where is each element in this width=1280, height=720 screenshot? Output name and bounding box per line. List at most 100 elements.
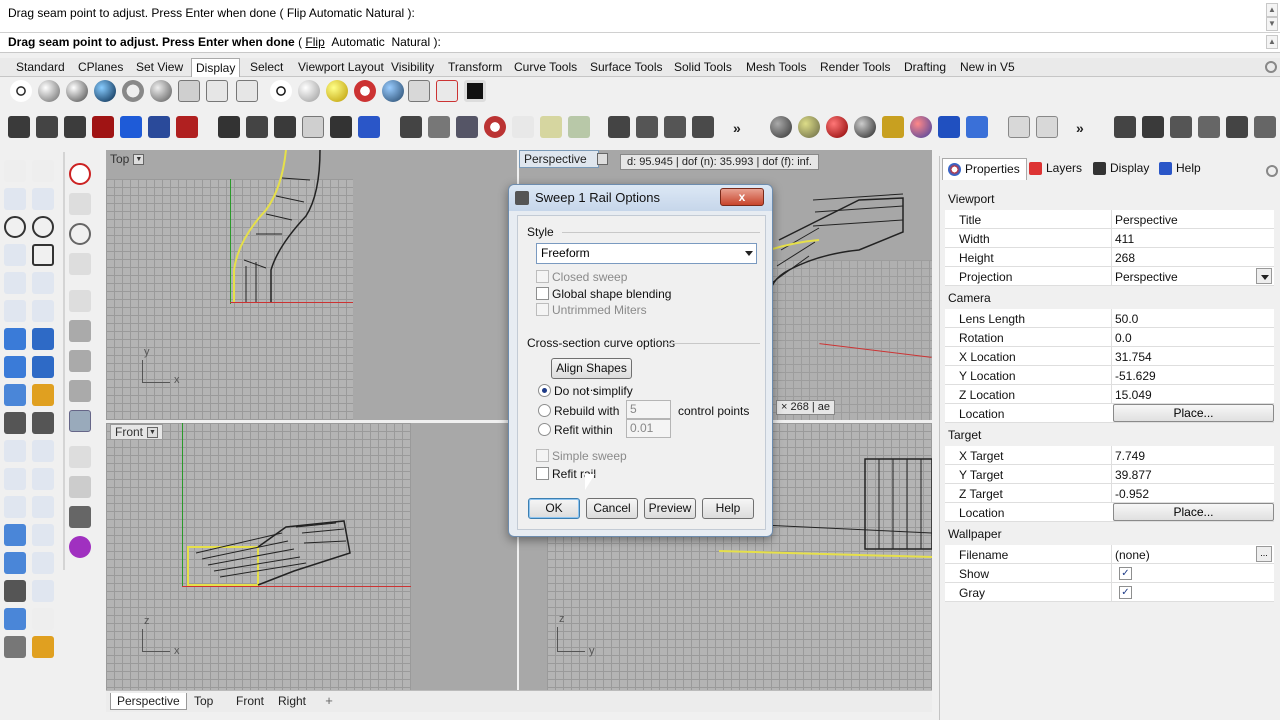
vptab-front[interactable]: Front <box>230 693 270 710</box>
pen-icon[interactable] <box>206 80 228 102</box>
material-icon-4[interactable] <box>854 116 876 138</box>
gear-plugin-icon[interactable] <box>69 536 91 558</box>
check-icon[interactable] <box>32 608 54 630</box>
ellipse-icon[interactable] <box>32 216 54 238</box>
boolean-icon[interactable] <box>32 384 54 406</box>
loft-icon[interactable] <box>32 328 54 350</box>
tool-icon-3[interactable] <box>64 116 86 138</box>
viewport-perspective-dropdown-icon[interactable] <box>597 153 608 165</box>
prop-xt-value[interactable]: 7.749 <box>1115 449 1145 463</box>
circle-icon[interactable] <box>4 216 26 238</box>
closed-sweep-checkbox[interactable] <box>536 270 549 283</box>
target-icon[interactable] <box>354 80 376 102</box>
tab-cplanes[interactable]: CPlanes <box>74 60 127 76</box>
capture-icon[interactable] <box>236 80 258 102</box>
simple-sweep-checkbox[interactable] <box>536 449 549 462</box>
gray-wallpaper-checkbox[interactable]: ✓ <box>1119 586 1132 599</box>
grid-icon-1[interactable] <box>1008 116 1030 138</box>
viewport-front-label[interactable]: Front ▼ <box>110 424 164 440</box>
rebuild-with-radio[interactable] <box>538 404 551 417</box>
fire-icon[interactable] <box>176 116 198 138</box>
move-icon[interactable] <box>32 468 54 490</box>
save-icon[interactable] <box>148 116 170 138</box>
tab-solid-tools[interactable]: Solid Tools <box>670 60 736 76</box>
surface-icon[interactable] <box>4 328 26 350</box>
panel-settings-gear-icon[interactable] <box>1266 165 1278 177</box>
layer-view-icon[interactable] <box>69 476 91 498</box>
fillet-curve-icon[interactable] <box>32 272 54 294</box>
tool-icon-8[interactable] <box>218 116 240 138</box>
prop-projection-value[interactable]: Perspective <box>1115 270 1178 284</box>
box-icon[interactable] <box>4 356 26 378</box>
explode-icon[interactable] <box>32 440 54 462</box>
cube-view-icon-4[interactable] <box>69 410 91 432</box>
render-icon-4[interactable] <box>692 116 714 138</box>
rendered-sphere-icon[interactable] <box>66 80 88 102</box>
technical-sphere-icon[interactable] <box>150 80 172 102</box>
render-icon-3[interactable] <box>664 116 686 138</box>
option-automatic[interactable]: Automatic <box>331 35 384 49</box>
vptab-right[interactable]: Right <box>272 693 312 710</box>
gumball-icon[interactable] <box>69 290 91 312</box>
do-not-simplify-radio[interactable] <box>538 384 551 397</box>
light-icon[interactable] <box>326 80 348 102</box>
extra-icon-5[interactable] <box>1226 116 1248 138</box>
polyline-icon[interactable] <box>4 188 26 210</box>
trim-icon[interactable] <box>4 412 26 434</box>
tab-viewport-layout[interactable]: Viewport Layout <box>294 60 388 76</box>
prop-zloc-value[interactable]: 15.049 <box>1115 388 1152 402</box>
cancel-button[interactable]: Cancel <box>586 498 638 519</box>
option-flip[interactable]: Flip <box>305 35 324 49</box>
extra-icon-3[interactable] <box>1170 116 1192 138</box>
wireframe-globe-icon[interactable] <box>10 80 32 102</box>
water-icon[interactable] <box>966 116 988 138</box>
viewport-top[interactable]: y x Top ▼ <box>106 150 517 420</box>
environment-icon[interactable] <box>382 80 404 102</box>
frame-icon[interactable] <box>69 506 91 528</box>
material-icon-6[interactable] <box>910 116 932 138</box>
snap-icon[interactable] <box>4 580 26 602</box>
material-icon-3[interactable] <box>826 116 848 138</box>
style-select[interactable]: Freeform <box>536 243 757 264</box>
tool-icon-12[interactable] <box>330 116 352 138</box>
panel-tab-properties[interactable]: Properties <box>942 158 1027 180</box>
mesh-icon[interactable] <box>4 384 26 406</box>
render-mesh-icon[interactable] <box>4 636 26 658</box>
tab-render-tools[interactable]: Render Tools <box>816 60 895 76</box>
offset-icon[interactable] <box>32 300 54 322</box>
panel-tab-display[interactable]: Display <box>1088 158 1155 180</box>
sphere-solid-icon[interactable] <box>32 356 54 378</box>
viewport-top-label[interactable]: Top ▼ <box>110 152 145 166</box>
osnap-icon[interactable] <box>32 580 54 602</box>
target-place-button[interactable]: Place... <box>1113 503 1274 521</box>
cube-view-icon-3[interactable] <box>69 380 91 402</box>
monitor-icon[interactable] <box>464 80 486 102</box>
extra-icon-2[interactable] <box>1142 116 1164 138</box>
viewport-perspective-label[interactable]: Perspective <box>519 150 599 168</box>
material-icon-2[interactable] <box>798 116 820 138</box>
tab-curve-tools[interactable]: Curve Tools <box>510 60 581 76</box>
refit-rail-checkbox[interactable] <box>536 467 549 480</box>
blocks-icon[interactable] <box>4 552 26 574</box>
prop-xloc-value[interactable]: 31.754 <box>1115 350 1152 364</box>
tool-icon-4[interactable] <box>92 116 114 138</box>
browse-file-button[interactable]: ... <box>1256 546 1272 562</box>
material-icon-5[interactable] <box>882 116 904 138</box>
viewport-front-dropdown-icon[interactable]: ▼ <box>147 427 159 439</box>
tab-set-view[interactable]: Set View <box>132 60 187 76</box>
ghosted-sphere-icon[interactable] <box>94 80 116 102</box>
tab-display[interactable]: Display <box>191 58 241 77</box>
prompt-scroll-icon[interactable]: ▲ <box>1266 35 1278 49</box>
extra-icon-1[interactable] <box>1114 116 1136 138</box>
dialog-close-button[interactable]: x <box>720 188 764 206</box>
shaded-sphere-icon[interactable] <box>38 80 60 102</box>
refit-within-radio[interactable] <box>538 423 551 436</box>
arc-icon[interactable] <box>4 244 26 266</box>
tool-icon-16[interactable] <box>456 116 478 138</box>
material-icon-7[interactable] <box>938 116 960 138</box>
panel-tab-layers[interactable]: Layers <box>1024 158 1088 180</box>
tab-standard[interactable]: Standard <box>12 60 69 76</box>
help-tool-icon[interactable] <box>358 116 380 138</box>
material-icon-1[interactable] <box>770 116 792 138</box>
fd-icon[interactable] <box>512 116 534 138</box>
